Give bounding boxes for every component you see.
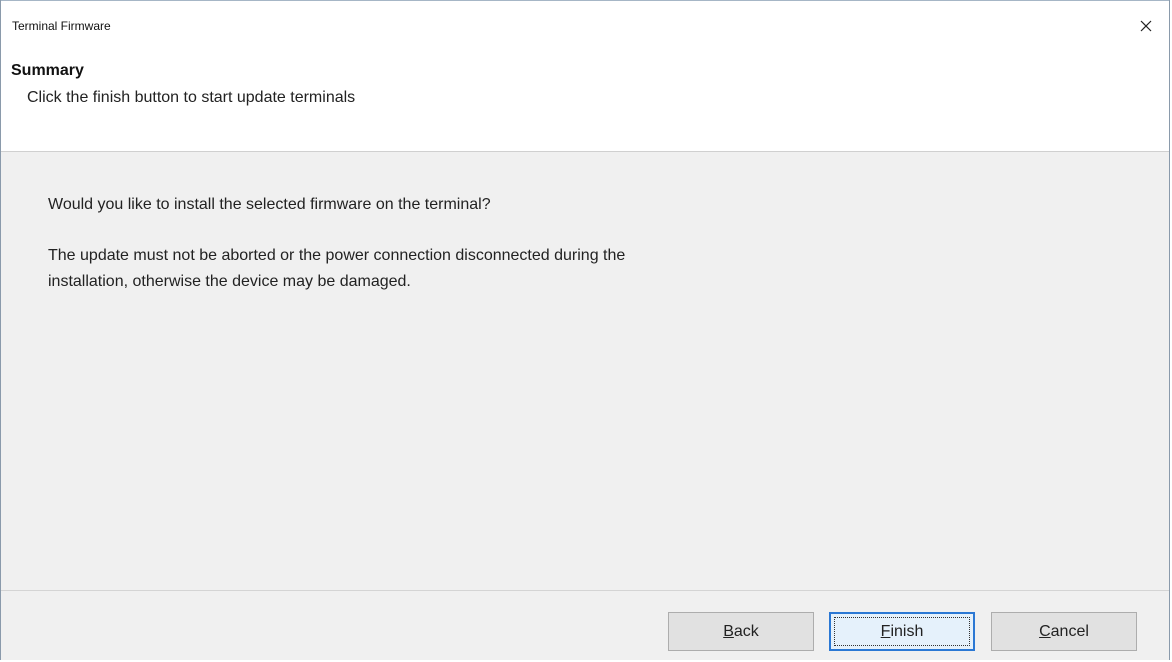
warning-line-1: The update must not be aborted or the po…: [48, 247, 626, 264]
window-title: Terminal Firmware: [12, 19, 111, 33]
warning-text: The update must not be aborted or the po…: [48, 243, 868, 295]
back-accel: B: [723, 622, 734, 640]
finish-label-rest: inish: [890, 622, 924, 640]
button-bar: Back Finish Cancel: [1, 590, 1169, 660]
close-button[interactable]: [1131, 13, 1161, 39]
finish-button[interactable]: Finish: [829, 612, 975, 651]
dialog-window: Terminal Firmware Summary Click the fini…: [0, 0, 1170, 660]
cancel-accel: C: [1039, 622, 1051, 640]
back-button[interactable]: Back: [668, 612, 814, 651]
finish-accel: F: [880, 622, 891, 640]
cancel-button[interactable]: Cancel: [991, 612, 1137, 651]
wizard-content: Would you like to install the selected f…: [1, 152, 1169, 590]
warning-line-2: installation, otherwise the device may b…: [48, 273, 411, 290]
install-question: Would you like to install the selected f…: [48, 196, 491, 213]
back-label-rest: ack: [733, 622, 759, 640]
page-title: Summary: [11, 62, 84, 79]
page-subtitle: Click the finish button to start update …: [27, 89, 356, 106]
cancel-label-rest: ancel: [1050, 622, 1089, 640]
wizard-header: Summary Click the finish button to start…: [1, 44, 1169, 152]
close-icon: [1140, 20, 1152, 32]
title-bar[interactable]: Terminal Firmware: [1, 0, 1169, 44]
